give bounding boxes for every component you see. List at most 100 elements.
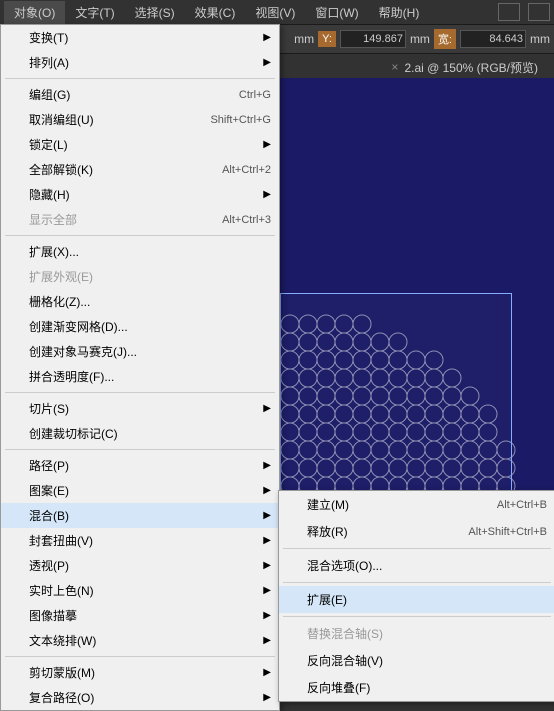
menu-item-label: 扩展(E)	[307, 591, 547, 608]
menu-item-label: 创建对象马赛克(J)...	[29, 343, 271, 360]
menu-separator	[5, 78, 275, 79]
submenu-arrow-icon: ▶	[263, 560, 271, 571]
unit-suffix: mm	[294, 32, 314, 46]
menu-effect[interactable]: 效果(C)	[185, 1, 246, 24]
menu-item-label: 拼合透明度(F)...	[29, 368, 271, 385]
menu-select[interactable]: 选择(S)	[125, 1, 185, 24]
submenu-arrow-icon: ▶	[263, 535, 271, 546]
menu-separator	[5, 449, 275, 450]
menu-shortcut: Alt+Ctrl+3	[222, 214, 271, 226]
unit-suffix: mm	[410, 32, 430, 46]
menu-item-label: 扩展外观(E)	[29, 268, 271, 285]
menu-shortcut: Alt+Shift+Ctrl+B	[468, 526, 547, 538]
menu-item-label: 透视(P)	[29, 557, 271, 574]
menu-item[interactable]: 全部解锁(K)Alt+Ctrl+2	[1, 157, 279, 182]
menu-item[interactable]: 释放(R)Alt+Shift+Ctrl+B	[279, 518, 554, 545]
submenu-arrow-icon: ▶	[263, 667, 271, 678]
w-input[interactable]	[460, 30, 526, 48]
blend-submenu: 建立(M)Alt+Ctrl+B释放(R)Alt+Shift+Ctrl+B混合选项…	[278, 490, 554, 702]
submenu-arrow-icon: ▶	[263, 585, 271, 596]
menu-item-label: 创建渐变网格(D)...	[29, 318, 271, 335]
w-label: 宽:	[434, 29, 456, 49]
menu-item-label: 建立(M)	[307, 496, 497, 513]
layout-icon[interactable]	[498, 3, 520, 21]
menu-item[interactable]: 切片(S)▶	[1, 396, 279, 421]
menu-item[interactable]: 锁定(L)▶	[1, 132, 279, 157]
document-tab[interactable]: × 2.ai @ 150% (RGB/预览)	[383, 55, 546, 80]
menu-item-label: 隐藏(H)	[29, 186, 271, 203]
menu-item[interactable]: 图像描摹▶	[1, 603, 279, 628]
close-icon[interactable]: ×	[391, 60, 398, 74]
submenu-arrow-icon: ▶	[263, 460, 271, 471]
menu-item[interactable]: 建立(M)Alt+Ctrl+B	[279, 491, 554, 518]
menu-item[interactable]: 混合选项(O)...	[279, 552, 554, 579]
menu-window[interactable]: 窗口(W)	[305, 1, 368, 24]
menu-item-label: 混合选项(O)...	[307, 557, 547, 574]
menu-item-label: 显示全部	[29, 211, 222, 228]
menu-item[interactable]: 混合(B)▶	[1, 503, 279, 528]
unit-suffix: mm	[530, 32, 550, 46]
menu-item-label: 混合(B)	[29, 507, 271, 524]
menu-item-label: 反向堆叠(F)	[307, 679, 547, 696]
submenu-arrow-icon: ▶	[263, 610, 271, 621]
menu-item[interactable]: 取消编组(U)Shift+Ctrl+G	[1, 107, 279, 132]
menu-item-label: 锁定(L)	[29, 136, 271, 153]
menu-item-label: 文本绕排(W)	[29, 632, 271, 649]
menu-item-label: 全部解锁(K)	[29, 161, 222, 178]
menu-item-label: 创建裁切标记(C)	[29, 425, 271, 442]
menu-item[interactable]: 扩展(X)...	[1, 239, 279, 264]
menu-item[interactable]: 剪切蒙版(M)▶	[1, 660, 279, 685]
menu-item[interactable]: 文本绕排(W)▶	[1, 628, 279, 653]
menu-item[interactable]: 创建渐变网格(D)...	[1, 314, 279, 339]
menu-item[interactable]: 隐藏(H)▶	[1, 182, 279, 207]
menu-item[interactable]: 编组(G)Ctrl+G	[1, 82, 279, 107]
menu-item-label: 剪切蒙版(M)	[29, 664, 271, 681]
menu-object[interactable]: 对象(O)	[4, 1, 65, 24]
menu-separator	[283, 582, 551, 583]
menu-item[interactable]: 复合路径(O)▶	[1, 685, 279, 710]
y-input[interactable]	[340, 30, 406, 48]
menu-item[interactable]: 反向混合轴(V)	[279, 647, 554, 674]
menu-item[interactable]: 实时上色(N)▶	[1, 578, 279, 603]
workspace-icon[interactable]	[528, 3, 550, 21]
submenu-arrow-icon: ▶	[263, 57, 271, 68]
menubar: 对象(O) 文字(T) 选择(S) 效果(C) 视图(V) 窗口(W) 帮助(H…	[0, 0, 554, 25]
menu-shortcut: Ctrl+G	[239, 89, 271, 101]
menu-item: 显示全部Alt+Ctrl+3	[1, 207, 279, 232]
menu-item-label: 图像描摹	[29, 607, 271, 624]
menu-item-label: 扩展(X)...	[29, 243, 271, 260]
menu-help[interactable]: 帮助(H)	[369, 1, 430, 24]
menu-item[interactable]: 扩展(E)	[279, 586, 554, 613]
menu-shortcut: Alt+Ctrl+2	[222, 164, 271, 176]
menu-item[interactable]: 反向堆叠(F)	[279, 674, 554, 701]
tab-title: 2.ai @ 150% (RGB/预览)	[404, 59, 538, 76]
object-menu-dropdown: 变换(T)▶排列(A)▶编组(G)Ctrl+G取消编组(U)Shift+Ctrl…	[0, 24, 280, 711]
menu-item[interactable]: 栅格化(Z)...	[1, 289, 279, 314]
menu-type[interactable]: 文字(T)	[65, 1, 124, 24]
menu-item[interactable]: 路径(P)▶	[1, 453, 279, 478]
menu-item-label: 释放(R)	[307, 523, 468, 540]
y-label: Y:	[318, 31, 336, 47]
menu-separator	[283, 616, 551, 617]
menubar-icons	[498, 3, 550, 21]
menu-item[interactable]: 创建裁切标记(C)	[1, 421, 279, 446]
menu-item-label: 图案(E)	[29, 482, 271, 499]
menu-item[interactable]: 透视(P)▶	[1, 553, 279, 578]
menu-item[interactable]: 创建对象马赛克(J)...	[1, 339, 279, 364]
menu-item[interactable]: 图案(E)▶	[1, 478, 279, 503]
menu-item-label: 替换混合轴(S)	[307, 625, 547, 642]
menu-item-label: 实时上色(N)	[29, 582, 271, 599]
menu-item[interactable]: 拼合透明度(F)...	[1, 364, 279, 389]
menu-separator	[5, 392, 275, 393]
menu-shortcut: Alt+Ctrl+B	[497, 499, 547, 511]
menu-item-label: 变换(T)	[29, 29, 271, 46]
menu-item-label: 编组(G)	[29, 86, 239, 103]
menu-separator	[5, 656, 275, 657]
submenu-arrow-icon: ▶	[263, 635, 271, 646]
menu-item[interactable]: 封套扭曲(V)▶	[1, 528, 279, 553]
menu-item[interactable]: 排列(A)▶	[1, 50, 279, 75]
menu-view[interactable]: 视图(V)	[245, 1, 305, 24]
menu-item[interactable]: 变换(T)▶	[1, 25, 279, 50]
menu-item-label: 切片(S)	[29, 400, 271, 417]
submenu-arrow-icon: ▶	[263, 692, 271, 703]
